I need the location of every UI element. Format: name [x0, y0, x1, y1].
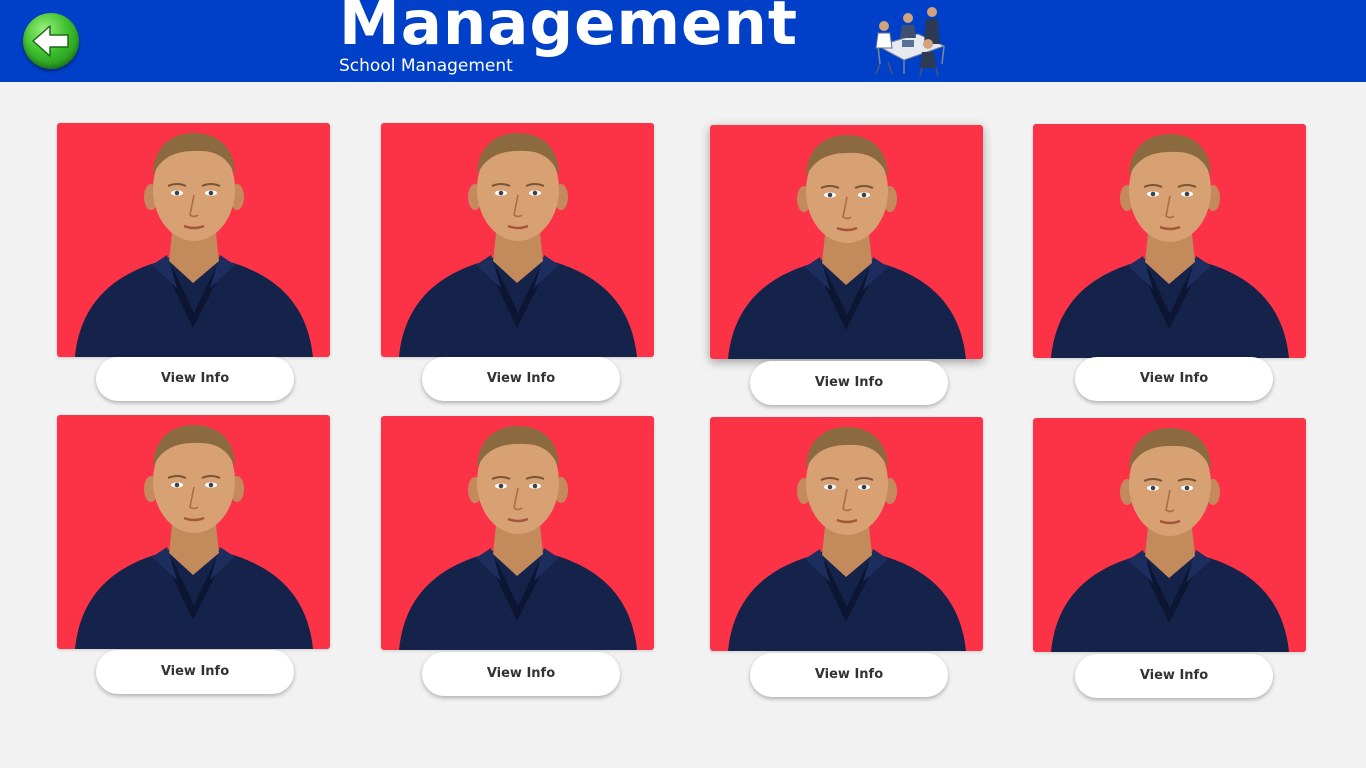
student-photo — [381, 123, 654, 357]
back-button[interactable] — [23, 13, 79, 69]
view-info-button[interactable]: View Info — [1075, 654, 1273, 698]
student-photo — [381, 416, 654, 650]
student-photo — [1033, 418, 1306, 652]
page-subtitle: School Management — [339, 56, 513, 76]
meeting-illustration — [875, 7, 946, 77]
student-photo — [1033, 124, 1306, 358]
student-photo — [57, 123, 330, 357]
view-info-button[interactable]: View Info — [750, 653, 948, 697]
view-info-button[interactable]: View Info — [96, 650, 294, 694]
student-photo — [710, 125, 983, 359]
view-info-button[interactable]: View Info — [422, 357, 620, 401]
view-info-button[interactable]: View Info — [96, 357, 294, 401]
student-photo — [57, 415, 330, 649]
arrow-left-icon — [32, 25, 69, 57]
student-photo — [710, 417, 983, 651]
page-title: Management — [339, 0, 799, 59]
view-info-button[interactable]: View Info — [1075, 357, 1273, 401]
view-info-button[interactable]: View Info — [750, 361, 948, 405]
view-info-button[interactable]: View Info — [422, 652, 620, 696]
app-header: Management School Management — [0, 0, 1366, 82]
